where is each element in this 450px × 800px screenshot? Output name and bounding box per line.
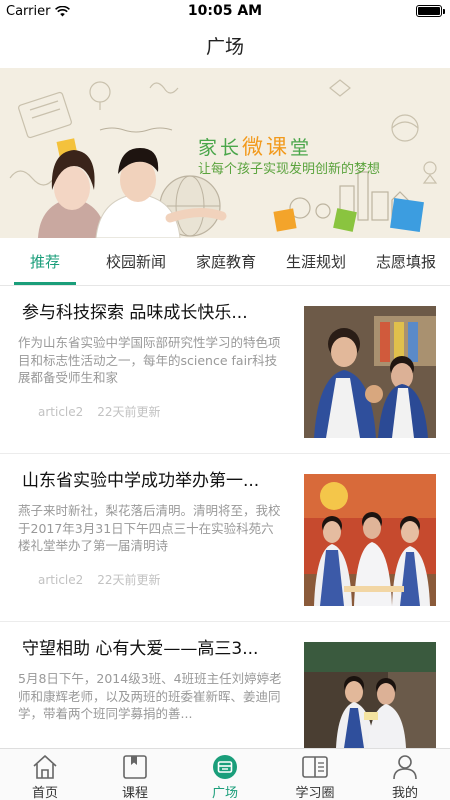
- battery-cap: [443, 9, 445, 14]
- article-meta: article2 22天前更新: [38, 403, 161, 420]
- tabbar-item-study-circle[interactable]: 学习圈: [270, 749, 360, 800]
- bookmark-book-icon: [123, 755, 147, 779]
- article-updated: 22天前更新: [97, 405, 161, 419]
- page-title: 广场: [205, 35, 244, 58]
- article-title: 参与科技探索 品味成长快乐...: [22, 303, 248, 323]
- article-thumbnail: [304, 642, 436, 748]
- article-summary: 5月8日下午，2014级3班、4班班主任刘婷婷老师和康辉老师，以及两班的班委崔新…: [18, 671, 282, 721]
- article-title: 山东省实验中学成功举办第一...: [22, 471, 260, 491]
- tab-recommend[interactable]: 推荐: [8, 238, 82, 286]
- article-summary: 作为山东省实验中学国际部研究性学习的特色项目和标志性活动之一，每年的scienc…: [18, 335, 281, 385]
- tabbar-item-home[interactable]: 首页: [0, 749, 90, 800]
- tab-college-application[interactable]: 志愿填报: [364, 238, 448, 286]
- person-icon: [393, 755, 417, 780]
- nav-bar: 广场: [0, 22, 450, 68]
- square-plaza-icon: [213, 755, 237, 779]
- article-photo: [304, 474, 436, 606]
- banner-title-highlight: 微课: [242, 135, 291, 159]
- category-tabs: 推荐 校园新闻 家庭教育 生涯规划 志愿填报: [0, 238, 450, 286]
- tabbar-label: 我的: [391, 786, 418, 800]
- article-updated: 22天前更新: [97, 573, 161, 587]
- article-thumbnail: [304, 306, 436, 438]
- article-item[interactable]: 山东省实验中学成功举办第一... 燕子来时新社，梨花落后清明。清明将至，我校于2…: [0, 454, 450, 622]
- tab-campus-news[interactable]: 校园新闻: [94, 238, 178, 286]
- tab-family-education[interactable]: 家庭教育: [184, 238, 268, 286]
- tabbar-label: 广场: [211, 786, 238, 800]
- article-photo: [304, 642, 436, 748]
- battery-icon: [416, 5, 445, 17]
- status-time: 10:05 AM: [187, 3, 263, 19]
- tab-underline: [14, 282, 76, 285]
- tabbar-label: 学习圈: [295, 786, 335, 800]
- article-title: 守望相助 心有大爱——高三3...: [22, 639, 259, 659]
- tabbar-item-plaza[interactable]: 广场: [180, 749, 270, 800]
- tabbar-item-profile[interactable]: 我的: [360, 749, 450, 800]
- article-source: article2: [38, 405, 84, 419]
- banner-title-part1: 家长: [198, 137, 243, 159]
- article-source: article2: [38, 573, 84, 587]
- home-icon: [33, 755, 57, 779]
- tabbar-label: 首页: [31, 786, 58, 800]
- article-summary: 燕子来时新社，梨花落后清明。清明将至，我校于2017年3月31日下午四点三十在实…: [18, 503, 281, 553]
- tabbar-item-courses[interactable]: 课程: [90, 749, 180, 800]
- article-meta: article2 22天前更新: [38, 571, 161, 588]
- banner-title: 家长微课堂: [198, 131, 312, 161]
- banner-subtitle: 让每个孩子实现发明创新的梦想: [198, 162, 381, 177]
- banner[interactable]: 家长微课堂 让每个孩子实现发明创新的梦想: [0, 68, 450, 238]
- battery-fill: [418, 7, 440, 15]
- banner-title-part2: 堂: [290, 137, 313, 159]
- article-thumbnail: [304, 474, 436, 606]
- article-photo: [304, 306, 436, 438]
- tab-career-planning[interactable]: 生涯规划: [274, 238, 358, 286]
- bottom-tab-bar: 首页 课程 广场 学习圈 我的: [0, 748, 450, 800]
- status-bar: Carrier 10:05 AM: [0, 0, 450, 22]
- open-book-icon: [302, 756, 328, 778]
- tabbar-label: 课程: [121, 786, 148, 800]
- article-item[interactable]: 参与科技探索 品味成长快乐... 作为山东省实验中学国际部研究性学习的特色项目和…: [0, 286, 450, 454]
